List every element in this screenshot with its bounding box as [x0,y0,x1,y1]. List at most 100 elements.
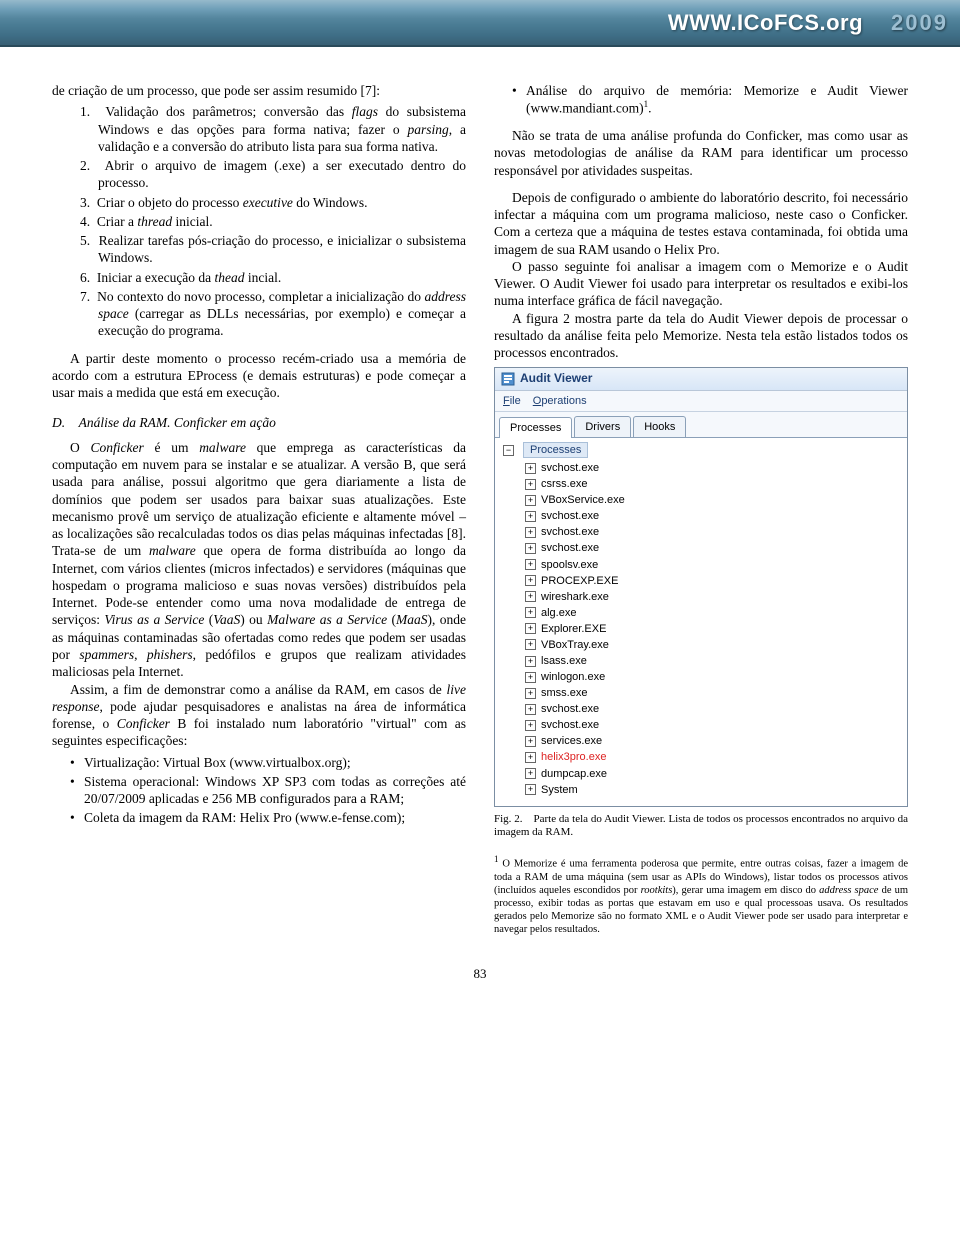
process-label: alg.exe [541,606,576,620]
menu-file[interactable]: File [503,394,521,408]
process-label: svchost.exe [541,718,599,732]
audit-viewer-window: Audit Viewer File Operations Processes D… [494,367,908,806]
intro-paragraph: de criação de um processo, que pode ser … [52,82,466,99]
audit-title-text: Audit Viewer [520,371,592,386]
tree-items: +svchost.exe+csrss.exe+VBoxService.exe+s… [501,460,901,798]
audit-titlebar: Audit Viewer [495,368,907,390]
process-item[interactable]: + winlogon.exe [525,669,901,685]
expand-icon[interactable]: + [525,463,536,474]
collapse-icon[interactable]: − [503,445,514,456]
process-item[interactable]: +wireshark.exe [525,589,901,605]
paragraph-r2: Depois de configurado o ambiente do labo… [494,189,908,258]
tab-hooks[interactable]: Hooks [633,416,686,437]
audit-menubar: File Operations [495,391,907,412]
expand-icon[interactable]: + [525,623,536,634]
spec-item: Coleta da imagem da RAM: Helix Pro (www.… [84,809,466,826]
process-item[interactable]: + Explorer.EXE [525,621,901,637]
process-label: svchost.exe [541,461,599,475]
process-label: lsass.exe [541,654,587,668]
paragraph-r3: O passo seguinte foi analisar a imagem c… [494,258,908,310]
paragraph-r1: Não se trata de uma análise profunda do … [494,127,908,179]
audit-tabs: Processes Drivers Hooks [495,412,907,438]
step-item: 1. Validação dos parâmetros; conversão d… [80,103,466,155]
expand-icon[interactable]: + [525,736,536,747]
tab-processes[interactable]: Processes [499,417,572,438]
process-label: svchost.exe [541,525,599,539]
menu-operations[interactable]: Operations [533,394,587,408]
right-column: Análise do arquivo de memória: Memorize … [494,82,908,936]
step-item: 5. Realizar tarefas pós-criação do proce… [80,232,466,267]
process-label: helix3pro.exe [541,750,606,764]
process-item[interactable]: + smss.exe [525,685,901,701]
expand-icon[interactable]: + [525,672,536,683]
process-label: svchost.exe [541,541,599,555]
paragraph-d2: Assim, a fim de demonstrar como a anális… [52,681,466,750]
left-column: de criação de um processo, que pode ser … [52,82,466,936]
process-label: winlogon.exe [541,670,605,684]
steps-list: 1. Validação dos parâmetros; conversão d… [52,103,466,339]
expand-icon[interactable]: + [525,591,536,602]
spec-item: Virtualização: Virtual Box (www.virtualb… [84,754,466,771]
process-label: spoolsv.exe [541,558,598,572]
process-label: Explorer.EXE [541,622,606,636]
process-label: dumpcap.exe [541,767,607,781]
process-item[interactable]: + System [525,782,901,798]
expand-icon[interactable]: + [525,559,536,570]
expand-icon[interactable]: + [525,720,536,731]
analysis-bullet-list: Análise do arquivo de memória: Memorize … [494,82,908,117]
step-item: 2. Abrir o arquivo de imagem (.exe) a se… [80,157,466,192]
expand-icon[interactable]: + [525,495,536,506]
app-icon [501,372,515,386]
figure-caption: Fig. 2. Parte da tela do Audit Viewer. L… [494,813,908,841]
footnote-1: 1 O Memorize é uma ferramenta poderosa q… [494,854,908,936]
process-item[interactable]: + svchost.exe [525,508,901,524]
expand-icon[interactable]: + [525,607,536,618]
process-item[interactable]: +VBoxService.exe [525,492,901,508]
expand-icon[interactable]: + [525,768,536,779]
expand-icon[interactable]: + [525,511,536,522]
expand-icon[interactable]: + [525,639,536,650]
process-item[interactable]: + alg.exe [525,605,901,621]
process-item[interactable]: + dumpcap.exe [525,766,901,782]
process-label: svchost.exe [541,702,599,716]
process-label: csrss.exe [541,477,587,491]
process-label: smss.exe [541,686,587,700]
process-item[interactable]: + helix3pro.exe [525,749,901,765]
tab-drivers[interactable]: Drivers [574,416,631,437]
process-item[interactable]: + lsass.exe [525,653,901,669]
paragraph-d1: O Conficker é um malware que emprega as … [52,439,466,681]
process-item[interactable]: + PROCEXP.EXE [525,573,901,589]
process-item[interactable]: + csrss.exe [525,476,901,492]
process-item[interactable]: + VBoxTray.exe [525,637,901,653]
process-label: PROCEXP.EXE [541,574,618,588]
process-item[interactable]: + spoolsv.exe [525,557,901,573]
process-item[interactable]: + services.exe [525,733,901,749]
process-item[interactable]: + svchost.exe [525,460,901,476]
process-item[interactable]: + svchost.exe [525,524,901,540]
process-label: svchost.exe [541,509,599,523]
process-item[interactable]: + svchost.exe [525,717,901,733]
page-number: 83 [0,966,960,982]
expand-icon[interactable]: + [525,704,536,715]
expand-icon[interactable]: + [525,752,536,763]
tree-root[interactable]: − Processes [503,442,588,458]
page-content: de criação de um processo, que pode ser … [0,47,960,946]
expand-icon[interactable]: + [525,656,536,667]
process-label: System [541,783,578,797]
expand-icon[interactable]: + [525,784,536,795]
process-label: VBoxTray.exe [541,638,609,652]
step-item: 3. Criar o objeto do processo executive … [80,194,466,211]
step-item: 7. No contexto do novo processo, complet… [80,288,466,340]
expand-icon[interactable]: + [525,527,536,538]
process-label: services.exe [541,734,602,748]
process-item[interactable]: + svchost.exe [525,540,901,556]
process-item[interactable]: + svchost.exe [525,701,901,717]
spec-item: Sistema operacional: Windows XP SP3 com … [84,773,466,808]
step-item: 4. Criar a thread inicial. [80,213,466,230]
paragraph-r4: A figura 2 mostra parte da tela do Audit… [494,310,908,362]
expand-icon[interactable]: + [525,688,536,699]
expand-icon[interactable]: + [525,575,536,586]
expand-icon[interactable]: + [525,479,536,490]
banner: WWW.ICoFCS.org 2009 [0,0,960,47]
expand-icon[interactable]: + [525,543,536,554]
